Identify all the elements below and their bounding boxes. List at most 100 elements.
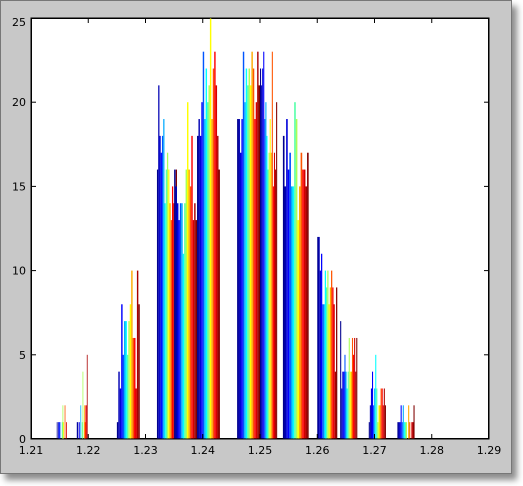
x-tick-label: 1.22 xyxy=(76,444,101,457)
histogram-bar xyxy=(370,388,372,439)
histogram-bar xyxy=(118,371,120,439)
histogram-bar xyxy=(80,405,82,439)
histogram-bar xyxy=(238,119,240,439)
histogram-bar xyxy=(59,422,61,439)
histogram-bar xyxy=(271,51,273,440)
histogram-bar xyxy=(329,287,332,439)
histogram-bar xyxy=(333,304,335,439)
histogram-bar xyxy=(258,85,260,440)
y-tick-label: 5 xyxy=(19,349,26,362)
histogram-bar xyxy=(341,388,343,439)
histogram-bar xyxy=(408,405,410,439)
histogram-bar xyxy=(252,68,255,440)
histogram-bar xyxy=(346,388,348,439)
histogram-bar xyxy=(198,119,200,439)
histogram-bar xyxy=(211,119,213,439)
histogram-bar xyxy=(262,68,264,440)
histogram-bar xyxy=(126,354,129,439)
histogram-bar xyxy=(164,203,166,439)
histogram-bar xyxy=(336,287,338,439)
histogram-bar xyxy=(84,422,86,439)
histogram-bar xyxy=(199,135,202,439)
histogram-bar xyxy=(169,203,171,439)
histogram-bar xyxy=(349,371,351,439)
histogram-bar xyxy=(276,102,278,439)
x-tick-label: 1.26 xyxy=(305,444,330,457)
histogram-bar xyxy=(64,405,66,439)
histogram-bar xyxy=(347,371,349,439)
histogram-bar xyxy=(300,152,303,439)
histogram-bar xyxy=(405,422,408,439)
histogram-bar xyxy=(369,405,371,439)
histogram-bar xyxy=(163,119,165,439)
histogram-bar xyxy=(263,51,265,440)
histogram-bar xyxy=(181,203,183,439)
histogram-bar xyxy=(272,186,274,439)
histogram-bar xyxy=(194,203,196,439)
histogram-bar xyxy=(81,422,83,439)
histogram-bar xyxy=(399,422,401,439)
histogram-bar xyxy=(397,422,399,439)
histogram-bar xyxy=(185,169,188,439)
histogram-bar xyxy=(179,203,182,439)
histogram-bar xyxy=(251,51,253,440)
histogram-bar xyxy=(294,102,296,439)
histogram-bar xyxy=(286,119,288,439)
histogram-bar xyxy=(158,85,160,440)
histogram-bar xyxy=(187,102,189,439)
histogram-bar xyxy=(76,422,78,439)
histogram-bar xyxy=(189,186,192,439)
histogram-bar xyxy=(254,119,256,439)
histogram-bar xyxy=(412,422,414,439)
histogram-bar xyxy=(403,422,405,439)
histogram-bar xyxy=(242,51,245,440)
histogram-bar xyxy=(381,388,383,439)
histogram-bar xyxy=(379,405,381,439)
histogram-bar xyxy=(267,169,269,439)
histogram-bar xyxy=(340,321,342,439)
histogram-bar xyxy=(265,102,267,439)
histogram-chart: 1.21 1.22 1.23 1.24 1.25 1.26 1.27 1.28 1.290510… xyxy=(12,16,501,457)
x-tick-label: 1.25 xyxy=(248,444,273,457)
histogram-bar xyxy=(86,354,88,439)
histogram-bar xyxy=(86,405,87,439)
histogram-bar xyxy=(356,337,358,439)
histogram-bar xyxy=(192,220,195,439)
y-tick-label: 15 xyxy=(12,180,26,193)
histogram-bar xyxy=(161,135,164,439)
histogram-bar xyxy=(131,270,133,439)
histogram-bar xyxy=(342,371,344,439)
histogram-bar xyxy=(297,220,299,439)
histogram-bar xyxy=(284,186,287,439)
histogram-bar xyxy=(122,354,125,439)
histogram-bar xyxy=(201,102,203,439)
histogram-bar xyxy=(124,321,126,439)
histogram-bar xyxy=(85,405,87,439)
histogram-bar xyxy=(191,135,193,439)
histogram-bar xyxy=(207,102,209,439)
histogram-bar xyxy=(351,337,354,439)
histogram-bar xyxy=(195,220,198,439)
histogram-bar xyxy=(165,169,167,439)
histogram-bar xyxy=(317,236,319,439)
histogram-bar xyxy=(331,270,333,439)
histogram-bar xyxy=(290,186,293,439)
histogram-bar xyxy=(292,186,295,439)
histogram-bar xyxy=(324,270,327,439)
histogram-bar xyxy=(202,51,205,440)
histogram-bar xyxy=(66,422,67,439)
histogram-bar xyxy=(383,388,385,439)
y-tick-label: 0 xyxy=(19,433,26,446)
histogram-bar xyxy=(305,186,308,439)
histogram-bar xyxy=(328,304,330,439)
histogram-bar xyxy=(182,253,185,439)
histogram-bar xyxy=(303,169,306,439)
histogram-bar xyxy=(135,388,137,439)
histogram-bar xyxy=(134,337,136,439)
histogram-bar xyxy=(237,119,239,439)
histogram-bar xyxy=(136,270,139,439)
histogram-bar xyxy=(58,422,60,439)
histogram-bar xyxy=(345,371,347,439)
histogram-bar xyxy=(384,405,386,439)
histogram-bar xyxy=(269,119,271,439)
